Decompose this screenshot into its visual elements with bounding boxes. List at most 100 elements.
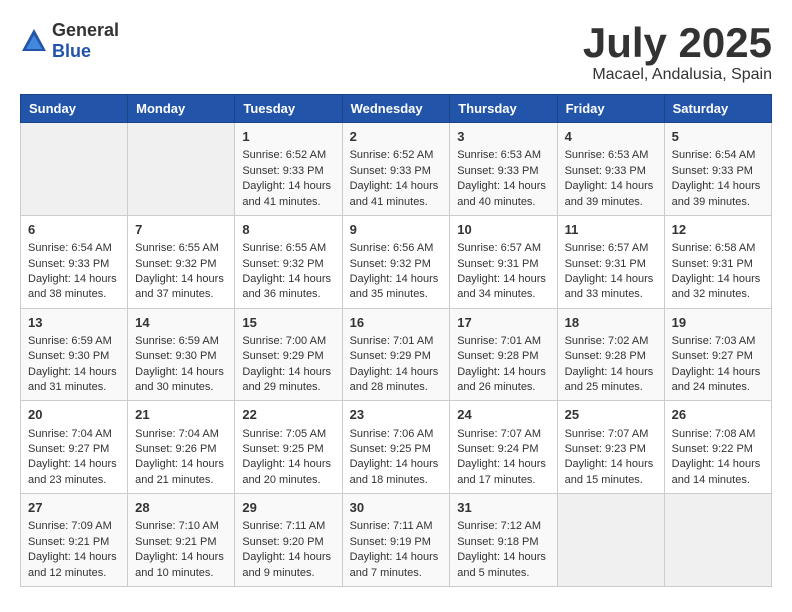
day-cell: 10 Sunrise: 6:57 AMSunset: 9:31 PMDayligh… <box>450 215 557 308</box>
calendar-body: 1Sunrise: 6:52 AMSunset: 9:33 PMDaylight… <box>21 123 772 587</box>
day-info: Sunrise: 6:58 AMSunset: 9:31 PMDaylight:… <box>672 241 764 303</box>
logo-text: General Blue <box>52 20 119 62</box>
day-number: 4 <box>565 128 657 146</box>
day-number: 30 <box>350 499 443 517</box>
week-row-4: 20 Sunrise: 7:04 AMSunset: 9:27 PMDayligh… <box>21 401 772 494</box>
day-cell <box>664 494 771 587</box>
logo-blue: Blue <box>52 41 91 61</box>
day-info: Sunrise: 7:10 AMSunset: 9:21 PMDaylight:… <box>135 519 227 581</box>
day-cell <box>21 123 128 216</box>
location-title: Macael, Andalusia, Spain <box>583 66 772 84</box>
day-cell: 4 Sunrise: 6:53 AMSunset: 9:33 PMDaylight… <box>557 123 664 216</box>
day-number: 21 <box>135 406 227 424</box>
day-info: Sunrise: 7:12 AMSunset: 9:18 PMDaylight:… <box>457 519 549 581</box>
header-cell-thursday: Thursday <box>450 95 557 123</box>
day-info: Sunrise: 6:53 AMSunset: 9:33 PMDaylight:… <box>457 148 549 210</box>
day-info: Sunrise: 7:09 AMSunset: 9:21 PMDaylight:… <box>28 519 120 581</box>
day-info: Sunrise: 6:55 AMSunset: 9:32 PMDaylight:… <box>135 241 227 303</box>
day-info: Sunrise: 7:03 AMSunset: 9:27 PMDaylight:… <box>672 334 764 396</box>
day-cell: 16 Sunrise: 7:01 AMSunset: 9:29 PMDayligh… <box>342 308 450 401</box>
day-number: 5 <box>672 128 764 146</box>
day-number: 16 <box>350 314 443 332</box>
day-number: 20 <box>28 406 120 424</box>
day-cell: 27 Sunrise: 7:09 AMSunset: 9:21 PMDayligh… <box>21 494 128 587</box>
week-row-3: 13 Sunrise: 6:59 AMSunset: 9:30 PMDayligh… <box>21 308 772 401</box>
day-info: Sunrise: 6:53 AMSunset: 9:33 PMDaylight:… <box>565 148 657 210</box>
day-number: 15 <box>242 314 334 332</box>
title-area: July 2025 Macael, Andalusia, Spain <box>583 20 772 84</box>
day-cell: 8 Sunrise: 6:55 AMSunset: 9:32 PMDaylight… <box>235 215 342 308</box>
day-info: Sunrise: 6:56 AMSunset: 9:32 PMDaylight:… <box>350 241 443 303</box>
header-row: SundayMondayTuesdayWednesdayThursdayFrid… <box>21 95 772 123</box>
day-info: Sunrise: 7:01 AMSunset: 9:28 PMDaylight:… <box>457 334 549 396</box>
day-number: 12 <box>672 221 764 239</box>
header: General Blue July 2025 Macael, Andalusia… <box>20 20 772 84</box>
day-info: Sunrise: 7:01 AMSunset: 9:29 PMDaylight:… <box>350 334 443 396</box>
day-cell: 15 Sunrise: 7:00 AMSunset: 9:29 PMDayligh… <box>235 308 342 401</box>
day-cell: 29 Sunrise: 7:11 AMSunset: 9:20 PMDayligh… <box>235 494 342 587</box>
day-number: 9 <box>350 221 443 239</box>
week-row-1: 1Sunrise: 6:52 AMSunset: 9:33 PMDaylight… <box>21 123 772 216</box>
logo: General Blue <box>20 20 119 62</box>
day-number: 23 <box>350 406 443 424</box>
day-info: Sunrise: 6:54 AMSunset: 9:33 PMDaylight:… <box>672 148 764 210</box>
calendar-table: SundayMondayTuesdayWednesdayThursdayFrid… <box>20 94 772 587</box>
week-row-2: 6 Sunrise: 6:54 AMSunset: 9:33 PMDaylight… <box>21 215 772 308</box>
day-cell: 30 Sunrise: 7:11 AMSunset: 9:19 PMDayligh… <box>342 494 450 587</box>
day-number: 29 <box>242 499 334 517</box>
day-number: 7 <box>135 221 227 239</box>
day-info: Sunrise: 7:04 AMSunset: 9:26 PMDaylight:… <box>135 427 227 489</box>
day-cell: 28Sunrise: 7:10 AMSunset: 9:21 PMDayligh… <box>128 494 235 587</box>
day-cell <box>557 494 664 587</box>
day-info: Sunrise: 6:52 AMSunset: 9:33 PMDaylight:… <box>350 148 443 210</box>
header-cell-monday: Monday <box>128 95 235 123</box>
day-info: Sunrise: 7:11 AMSunset: 9:20 PMDaylight:… <box>242 519 334 581</box>
month-title: July 2025 <box>583 20 772 66</box>
day-cell: 26 Sunrise: 7:08 AMSunset: 9:22 PMDayligh… <box>664 401 771 494</box>
day-cell: 25 Sunrise: 7:07 AMSunset: 9:23 PMDayligh… <box>557 401 664 494</box>
day-number: 6 <box>28 221 120 239</box>
day-cell: 11 Sunrise: 6:57 AMSunset: 9:31 PMDayligh… <box>557 215 664 308</box>
day-number: 27 <box>28 499 120 517</box>
header-cell-tuesday: Tuesday <box>235 95 342 123</box>
day-info: Sunrise: 6:59 AMSunset: 9:30 PMDaylight:… <box>28 334 120 396</box>
day-cell: 13 Sunrise: 6:59 AMSunset: 9:30 PMDayligh… <box>21 308 128 401</box>
logo-general: General <box>52 20 119 40</box>
day-info: Sunrise: 6:57 AMSunset: 9:31 PMDaylight:… <box>457 241 549 303</box>
day-cell: 19 Sunrise: 7:03 AMSunset: 9:27 PMDayligh… <box>664 308 771 401</box>
calendar-header: SundayMondayTuesdayWednesdayThursdayFrid… <box>21 95 772 123</box>
day-cell: 6 Sunrise: 6:54 AMSunset: 9:33 PMDaylight… <box>21 215 128 308</box>
day-number: 25 <box>565 406 657 424</box>
day-number: 8 <box>242 221 334 239</box>
day-info: Sunrise: 7:00 AMSunset: 9:29 PMDaylight:… <box>242 334 334 396</box>
header-cell-saturday: Saturday <box>664 95 771 123</box>
day-info: Sunrise: 7:08 AMSunset: 9:22 PMDaylight:… <box>672 427 764 489</box>
day-info: Sunrise: 7:05 AMSunset: 9:25 PMDaylight:… <box>242 427 334 489</box>
day-number: 2 <box>350 128 443 146</box>
day-number: 22 <box>242 406 334 424</box>
day-info: Sunrise: 7:07 AMSunset: 9:23 PMDaylight:… <box>565 427 657 489</box>
day-cell: 22 Sunrise: 7:05 AMSunset: 9:25 PMDayligh… <box>235 401 342 494</box>
day-info: Sunrise: 7:04 AMSunset: 9:27 PMDaylight:… <box>28 427 120 489</box>
day-number: 10 <box>457 221 549 239</box>
day-number: 19 <box>672 314 764 332</box>
day-number: 13 <box>28 314 120 332</box>
header-cell-friday: Friday <box>557 95 664 123</box>
day-cell: 5 Sunrise: 6:54 AMSunset: 9:33 PMDaylight… <box>664 123 771 216</box>
day-cell: 24Sunrise: 7:07 AMSunset: 9:24 PMDayligh… <box>450 401 557 494</box>
day-cell: 9 Sunrise: 6:56 AMSunset: 9:32 PMDaylight… <box>342 215 450 308</box>
day-info: Sunrise: 6:54 AMSunset: 9:33 PMDaylight:… <box>28 241 120 303</box>
day-number: 17 <box>457 314 549 332</box>
header-cell-wednesday: Wednesday <box>342 95 450 123</box>
day-number: 26 <box>672 406 764 424</box>
day-info: Sunrise: 7:11 AMSunset: 9:19 PMDaylight:… <box>350 519 443 581</box>
day-number: 11 <box>565 221 657 239</box>
day-info: Sunrise: 6:57 AMSunset: 9:31 PMDaylight:… <box>565 241 657 303</box>
day-info: Sunrise: 6:59 AMSunset: 9:30 PMDaylight:… <box>135 334 227 396</box>
day-cell: 2 Sunrise: 6:52 AMSunset: 9:33 PMDaylight… <box>342 123 450 216</box>
day-number: 3 <box>457 128 549 146</box>
day-number: 24 <box>457 406 549 424</box>
day-info: Sunrise: 6:55 AMSunset: 9:32 PMDaylight:… <box>242 241 334 303</box>
day-cell: 1Sunrise: 6:52 AMSunset: 9:33 PMDaylight… <box>235 123 342 216</box>
header-cell-sunday: Sunday <box>21 95 128 123</box>
